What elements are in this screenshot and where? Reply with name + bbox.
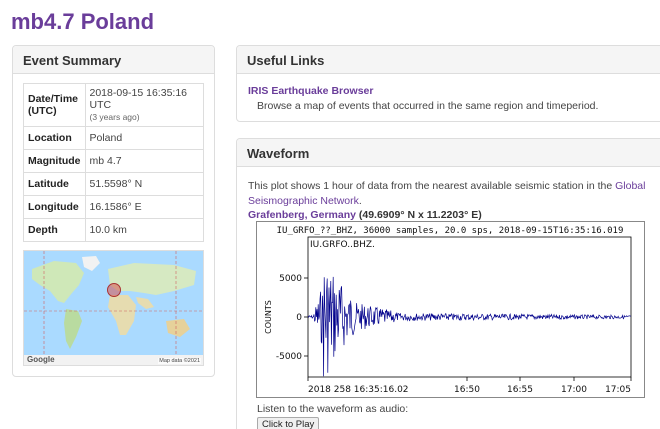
event-summary-heading: Event Summary: [13, 46, 214, 74]
location-label: Location: [23, 126, 86, 150]
page-title: mb4.7 Poland: [11, 9, 155, 34]
x-tick-label: 17:05: [605, 385, 631, 395]
y-tick-label: 0: [296, 313, 302, 323]
epicenter-marker: [107, 283, 121, 297]
latitude-value: 51.5598° N: [84, 172, 204, 196]
trace-label: IU.GRFO..BHZ.: [310, 240, 375, 250]
map-attribution: Map data ©2021: [158, 358, 201, 364]
useful-links-heading: Useful Links: [237, 46, 660, 74]
event-summary-table: Date/Time (UTC) 2018-09-15 16:35:16 UTC(…: [23, 83, 204, 242]
depth-value: 10.0 km: [84, 218, 204, 242]
y-tick-label: 5000: [279, 274, 302, 284]
station-info: Grafenberg, Germany (49.6909° N x 11.220…: [248, 209, 482, 221]
table-row: Date/Time (UTC) 2018-09-15 16:35:16 UTC(…: [23, 83, 204, 127]
station-coords: (49.6909° N x 11.2203° E): [358, 209, 482, 221]
location-value: Poland: [84, 126, 204, 150]
plot-title: IU_GRFO_??_BHZ, 36000 samples, 20.0 sps,…: [277, 226, 624, 236]
world-map-image: [24, 251, 203, 365]
waveform-desc-text: This plot shows 1 hour of data from the …: [248, 180, 613, 192]
iris-link-description: Browse a map of events that occurred in …: [257, 100, 599, 112]
datetime-value: 2018-09-15 16:35:16 UTC: [89, 87, 188, 111]
table-row: Location Poland: [23, 126, 204, 150]
station-name: Grafenberg, Germany: [248, 209, 356, 221]
x-tick-label: 17:00: [561, 385, 587, 395]
useful-links-panel: Useful Links IRIS Earthquake Browser Bro…: [236, 45, 660, 122]
datetime-label: Date/Time (UTC): [23, 83, 86, 127]
event-summary-panel: Event Summary Date/Time (UTC) 2018-09-15…: [12, 45, 215, 377]
y-axis-label: COUNTS: [264, 300, 273, 334]
datetime-ago: (3 years ago): [89, 112, 140, 122]
play-button[interactable]: Click to Play: [257, 417, 320, 429]
iris-earthquake-browser-link[interactable]: IRIS Earthquake Browser: [248, 85, 373, 97]
x-tick-label: 2018 258 16:35:16.02: [308, 385, 409, 395]
event-map[interactable]: Google Map data ©2021: [23, 250, 204, 366]
waveform-description: This plot shows 1 hour of data from the …: [248, 179, 658, 209]
y-tick-label: -5000: [276, 352, 302, 362]
x-tick-label: 16:55: [507, 385, 533, 395]
seismogram: IU_GRFO_??_BHZ, 36000 samples, 20.0 sps,…: [264, 226, 632, 395]
table-row: Latitude 51.5598° N: [23, 172, 204, 196]
longitude-value: 16.1586° E: [84, 195, 204, 219]
table-row: Longitude 16.1586° E: [23, 195, 204, 219]
audio-label: Listen to the waveform as audio:: [257, 403, 409, 415]
waveform-desc-period: .: [358, 195, 362, 207]
table-row: Magnitude mb 4.7: [23, 149, 204, 173]
longitude-label: Longitude: [23, 195, 86, 219]
latitude-label: Latitude: [23, 172, 86, 196]
magnitude-value: mb 4.7: [84, 149, 204, 173]
waveform-heading: Waveform: [237, 139, 660, 167]
x-tick-label: 16:50: [454, 385, 480, 395]
waveform-trace: [307, 276, 631, 377]
waveform-plot: IU_GRFO_??_BHZ, 36000 samples, 20.0 sps,…: [256, 221, 645, 398]
google-logo: Google: [27, 355, 55, 364]
waveform-panel: Waveform This plot shows 1 hour of data …: [236, 138, 660, 429]
table-row: Depth 10.0 km: [23, 218, 204, 242]
magnitude-label: Magnitude: [23, 149, 86, 173]
depth-label: Depth: [23, 218, 86, 242]
